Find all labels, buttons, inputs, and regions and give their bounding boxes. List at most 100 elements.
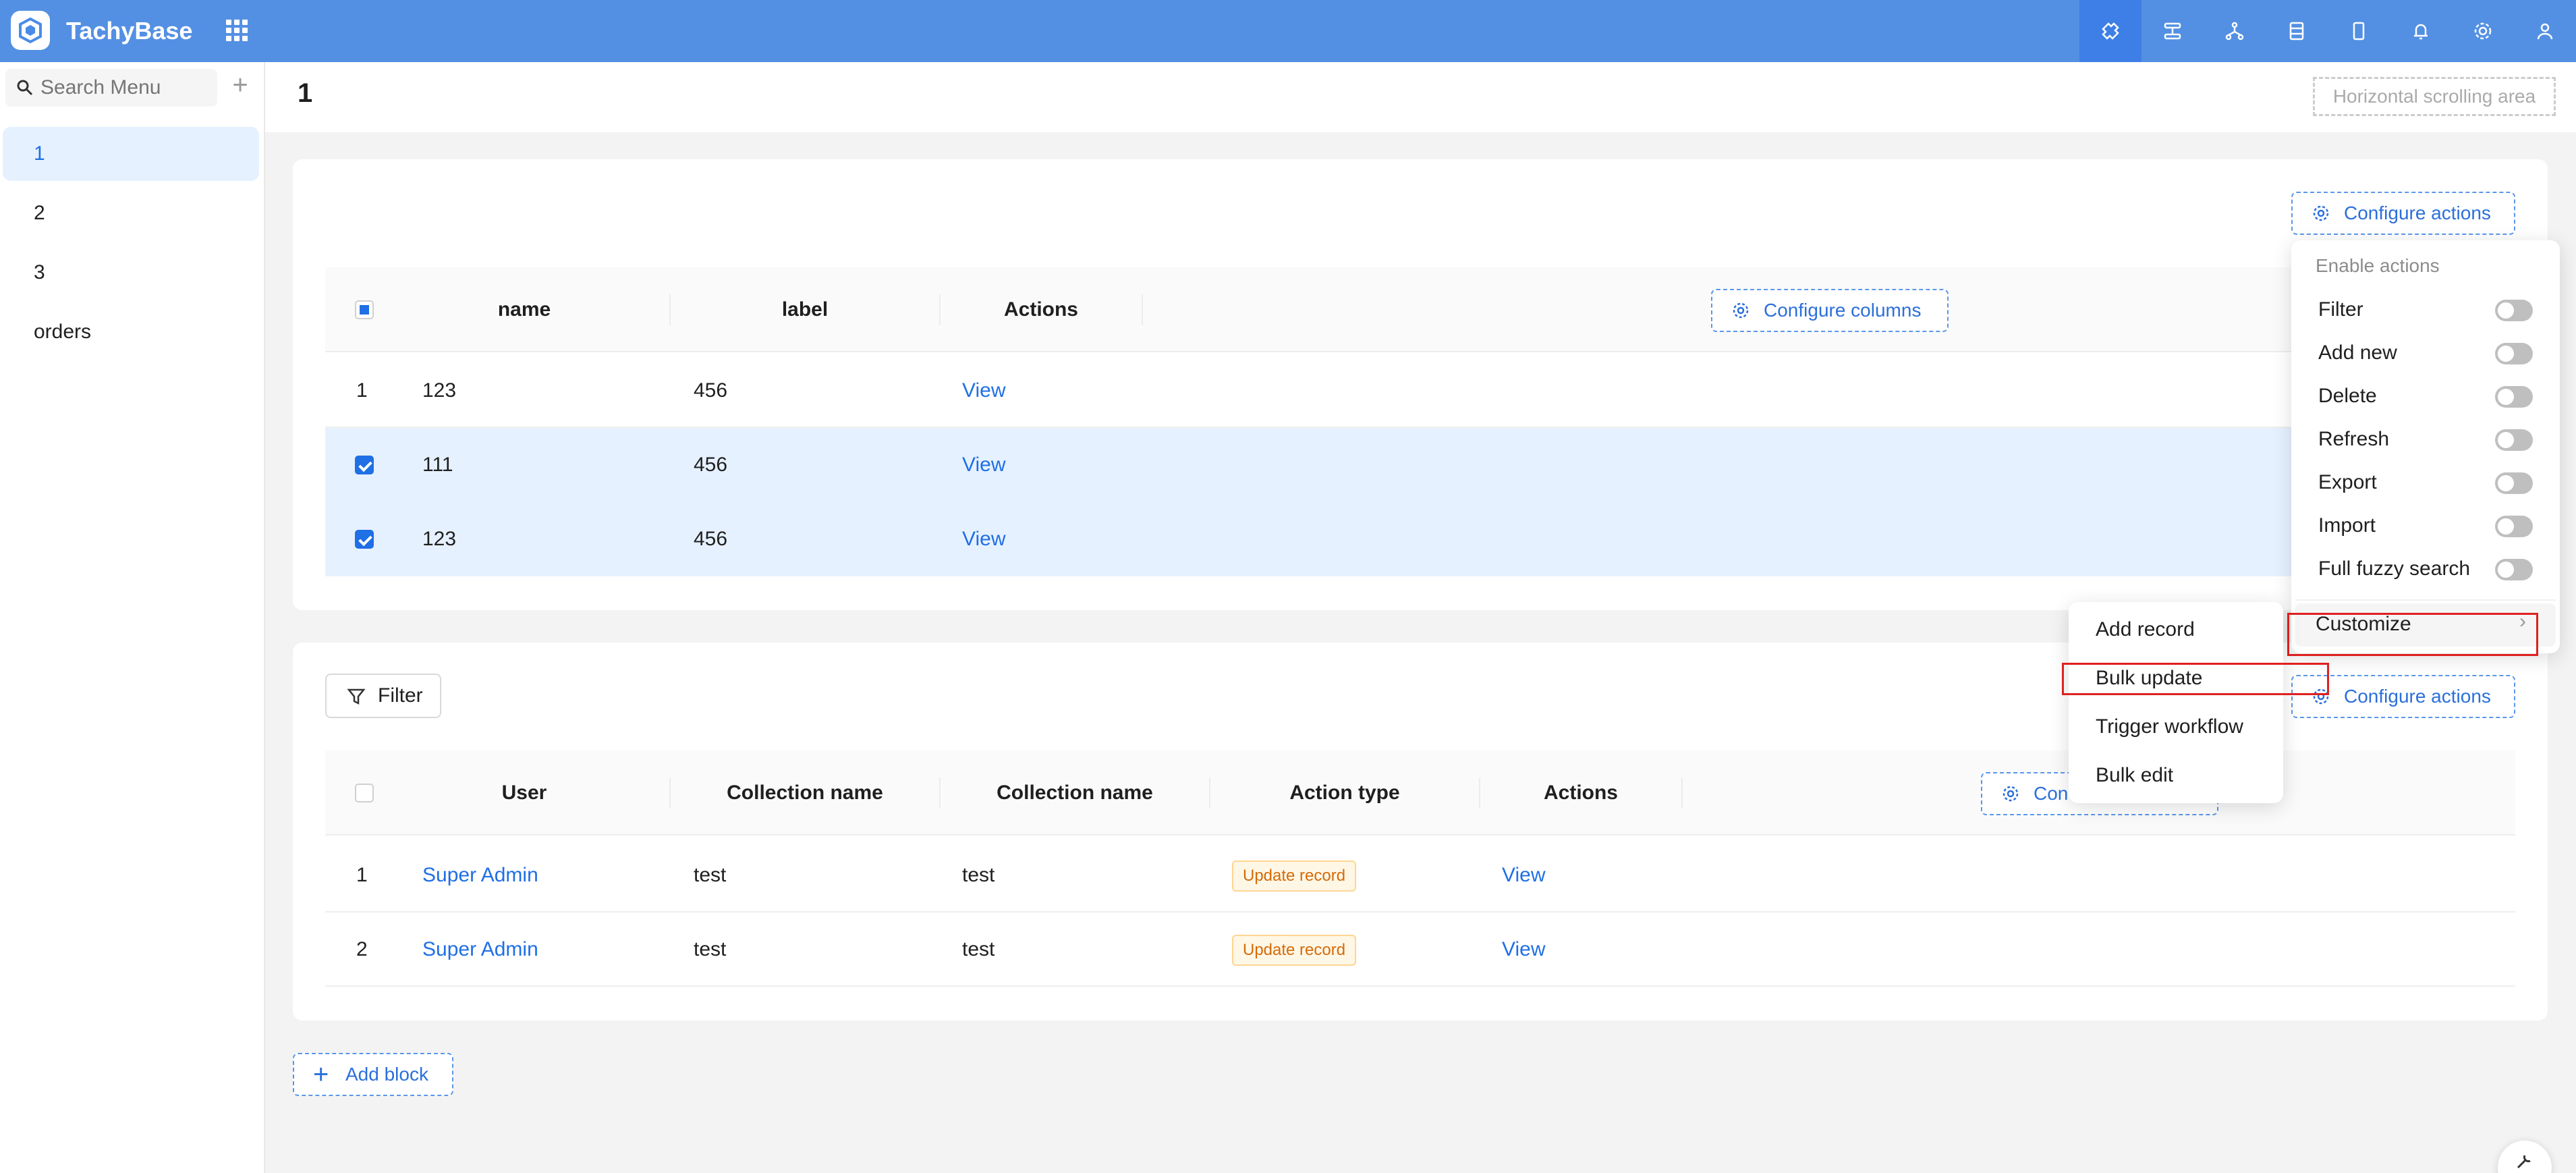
column-header-name[interactable]: name xyxy=(413,267,636,352)
toggle-full-fuzzy-search[interactable] xyxy=(2495,559,2533,580)
app-title[interactable]: TachyBase xyxy=(66,0,192,62)
add-menu-icon[interactable]: + xyxy=(227,72,254,99)
configure-columns-button[interactable]: Configure columns xyxy=(1711,289,1949,332)
table-row[interactable]: 111 456 View xyxy=(325,428,2515,502)
table-row[interactable]: 1 Super Admin test test Update record Vi… xyxy=(325,838,2515,912)
status-badge: Update record xyxy=(1232,935,1357,966)
mobile-icon[interactable] xyxy=(2328,0,2390,62)
enable-actions-menu: Enable actions Filter Add new Delete Ref… xyxy=(2291,240,2560,653)
configure-actions-label: Configure actions xyxy=(2344,686,2491,707)
filter-button[interactable]: Filter xyxy=(325,674,441,718)
page-title: 1 xyxy=(298,78,313,108)
cell-name: 123 xyxy=(422,528,457,550)
cell-collection-name-2: test xyxy=(962,938,995,960)
menu-item-add-record[interactable]: Add record xyxy=(2096,618,2195,641)
user-link[interactable]: Super Admin xyxy=(422,838,538,912)
cell-label: 456 xyxy=(694,528,728,550)
cell-label: 456 xyxy=(694,379,728,402)
column-divider xyxy=(1681,778,1683,809)
menu-group-title: Enable actions xyxy=(2316,255,2440,276)
action-option-filter[interactable]: Filter xyxy=(2318,298,2363,321)
gear-icon[interactable] xyxy=(2452,0,2514,62)
add-block-button[interactable]: + Add block xyxy=(293,1053,453,1096)
configure-actions-button[interactable]: Configure actions xyxy=(2291,192,2515,235)
header-toolbar xyxy=(2079,0,2576,62)
column-header-collection-name-2[interactable]: Collection name xyxy=(941,751,1209,836)
top-header: TachyBase xyxy=(0,0,2576,62)
toggle-import[interactable] xyxy=(2495,516,2533,537)
user-icon[interactable] xyxy=(2514,0,2576,62)
toggle-filter[interactable] xyxy=(2495,300,2533,321)
action-option-export[interactable]: Export xyxy=(2318,471,2377,494)
customize-menu: Add record Bulk update Trigger workflow … xyxy=(2069,602,2283,803)
table-row[interactable]: 2 Super Admin test test Update record Vi… xyxy=(325,912,2515,987)
view-link[interactable]: View xyxy=(1502,912,1545,987)
select-all-checkbox[interactable] xyxy=(355,784,374,802)
logo-icon xyxy=(19,17,42,44)
bell-icon[interactable] xyxy=(2390,0,2452,62)
apps-grid-icon[interactable] xyxy=(225,19,248,42)
search-icon xyxy=(17,80,33,96)
cell-collection-name: test xyxy=(694,938,727,960)
workflow-icon[interactable] xyxy=(2141,0,2204,62)
filter-label: Filter xyxy=(378,684,423,707)
horizontal-scrolling-area[interactable]: Horizontal scrolling area xyxy=(2313,77,2556,116)
toggle-export[interactable] xyxy=(2495,472,2533,494)
column-header-collection-name[interactable]: Collection name xyxy=(671,751,939,836)
row-checkbox[interactable] xyxy=(355,456,374,474)
menu-item-bulk-edit[interactable]: Bulk edit xyxy=(2096,764,2173,787)
column-header-label[interactable]: label xyxy=(671,267,939,352)
search-input[interactable] xyxy=(40,76,209,99)
cell-name: 111 xyxy=(422,454,453,476)
column-header-actions[interactable]: Actions xyxy=(941,267,1142,352)
row-index: 2 xyxy=(356,938,368,960)
puzzle-icon[interactable] xyxy=(2079,0,2141,62)
branch-icon[interactable] xyxy=(2204,0,2266,62)
menu-search[interactable] xyxy=(5,69,217,107)
wrench-icon xyxy=(2517,1155,2531,1169)
status-badge: Update record xyxy=(1232,861,1357,892)
column-header-user[interactable]: User xyxy=(413,751,636,836)
view-link[interactable]: View xyxy=(962,428,1005,502)
app-logo[interactable] xyxy=(11,11,50,50)
sidebar-item-orders[interactable]: orders xyxy=(3,305,259,359)
configure-actions-label: Configure actions xyxy=(2344,202,2491,223)
menu-divider xyxy=(2295,599,2556,601)
cell-collection-name-2: test xyxy=(962,864,995,886)
sidebar-item-2[interactable]: 2 xyxy=(3,186,259,240)
view-link[interactable]: View xyxy=(1502,838,1545,912)
gear-icon xyxy=(2003,786,2019,802)
gear-icon xyxy=(2313,205,2329,221)
toggle-refresh[interactable] xyxy=(2495,429,2533,451)
cell-collection-name: test xyxy=(694,864,727,886)
action-option-delete[interactable]: Delete xyxy=(2318,385,2377,408)
configure-columns-label: Con xyxy=(2034,783,2069,804)
view-link[interactable]: View xyxy=(962,354,1005,428)
filter-icon xyxy=(347,688,366,705)
configure-columns-label: Configure columns xyxy=(1764,300,1922,321)
menu-item-trigger-workflow[interactable]: Trigger workflow xyxy=(2096,715,2243,738)
action-option-import[interactable]: Import xyxy=(2318,514,2376,537)
column-divider xyxy=(1142,294,1143,325)
row-checkbox[interactable] xyxy=(355,530,374,549)
user-link[interactable]: Super Admin xyxy=(422,912,538,987)
design-mode-button[interactable] xyxy=(2498,1141,2552,1173)
sidebar-item-1[interactable]: 1 xyxy=(3,127,259,181)
table-header: name label Actions xyxy=(325,267,2515,352)
table-row[interactable]: 123 456 View xyxy=(325,502,2515,576)
table-icon[interactable] xyxy=(2266,0,2328,62)
toggle-delete[interactable] xyxy=(2495,386,2533,408)
table-row[interactable]: 1 123 456 View xyxy=(325,354,2515,428)
column-header-actions[interactable]: Actions xyxy=(1480,751,1681,836)
toggle-add-new[interactable] xyxy=(2495,343,2533,364)
column-header-action-type[interactable]: Action type xyxy=(1210,751,1479,836)
view-link[interactable]: View xyxy=(962,502,1005,576)
cell-name: 123 xyxy=(422,379,457,402)
sidebar-item-3[interactable]: 3 xyxy=(3,246,259,300)
action-option-add-new[interactable]: Add new xyxy=(2318,342,2397,364)
action-option-full-fuzzy-search[interactable]: Full fuzzy search xyxy=(2318,557,2470,580)
select-all-checkbox[interactable] xyxy=(355,300,374,319)
plus-icon: + xyxy=(313,1060,329,1089)
sidebar: + 1 2 3 orders xyxy=(0,62,265,1173)
action-option-refresh[interactable]: Refresh xyxy=(2318,428,2389,451)
